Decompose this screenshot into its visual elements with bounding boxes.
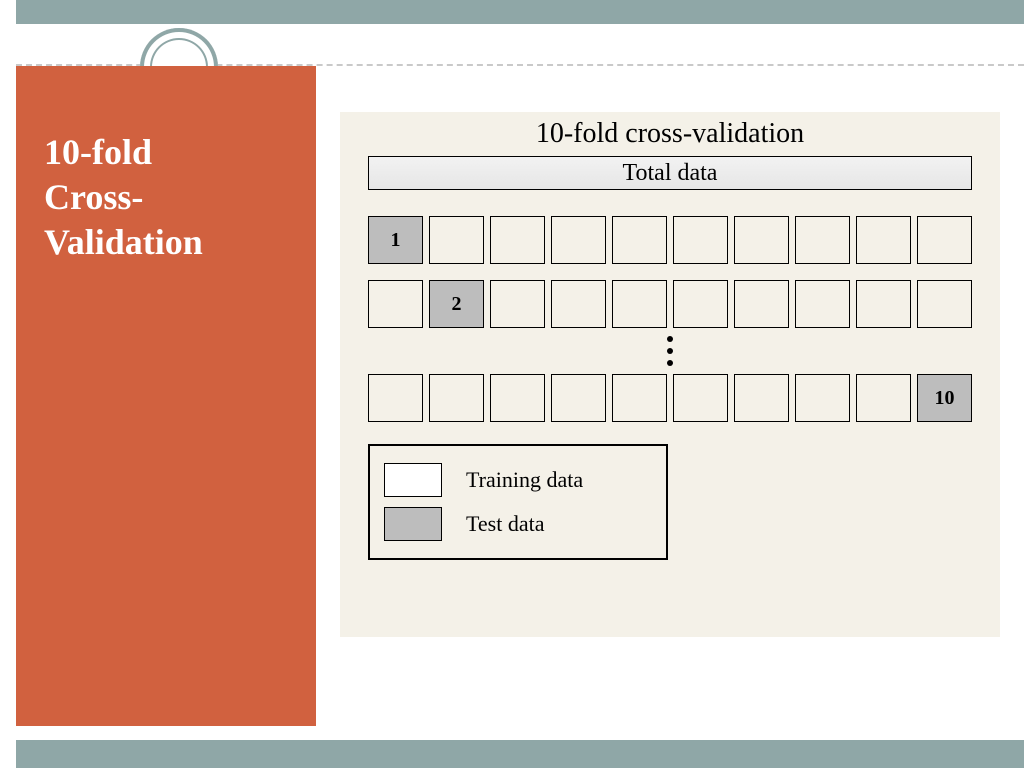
top-accent-bar (16, 0, 1024, 24)
fold-cell-train (429, 374, 484, 422)
fold-cell-train (856, 216, 911, 264)
fold-cell-train (856, 280, 911, 328)
fold-cell-train (795, 216, 850, 264)
fold-cell-train (368, 374, 423, 422)
training-swatch-icon (384, 463, 442, 497)
total-data-bar: Total data (368, 156, 972, 190)
fold-cell-train (368, 280, 423, 328)
fold-cell-train (429, 216, 484, 264)
legend-box: Training data Test data (368, 444, 668, 560)
diagram-title: 10-fold cross-validation (340, 112, 1000, 150)
fold-cell-train (734, 216, 789, 264)
cross-validation-diagram: 10-fold cross-validation Total data 1 2 … (340, 112, 1000, 637)
slide-title-line1: 10-fold (44, 132, 152, 172)
legend-test-row: Test data (384, 502, 652, 546)
fold-cell-train (612, 216, 667, 264)
slide: 10-fold Cross- Validation 10-fold cross-… (0, 0, 1024, 768)
fold-cell-train (795, 374, 850, 422)
fold-cell-train (551, 374, 606, 422)
fold-cell-train (673, 216, 728, 264)
bottom-accent-bar (16, 740, 1024, 768)
fold-cell-train (734, 374, 789, 422)
test-swatch-icon (384, 507, 442, 541)
fold-cell-train (490, 216, 545, 264)
title-panel: 10-fold Cross- Validation (16, 66, 316, 726)
fold-row-2: 2 (368, 280, 972, 328)
slide-title-line3: Validation (44, 222, 203, 262)
fold-cell-train (490, 374, 545, 422)
fold-cell-train (612, 374, 667, 422)
fold-cell-test: 1 (368, 216, 423, 264)
fold-cell-train (917, 216, 972, 264)
fold-cell-train (612, 280, 667, 328)
fold-cell-test: 10 (917, 374, 972, 422)
fold-row-10: 10 (368, 374, 972, 422)
legend-training-label: Training data (466, 467, 583, 493)
fold-cell-train (673, 374, 728, 422)
fold-cell-train (795, 280, 850, 328)
slide-title: 10-fold Cross- Validation (44, 130, 288, 265)
legend-test-label: Test data (466, 511, 544, 537)
fold-cell-test: 2 (429, 280, 484, 328)
fold-cell-train (856, 374, 911, 422)
fold-row-1: 1 (368, 216, 972, 264)
fold-cell-train (673, 280, 728, 328)
fold-cell-train (734, 280, 789, 328)
fold-cell-train (917, 280, 972, 328)
vertical-ellipsis-icon (340, 328, 1000, 374)
legend-training-row: Training data (384, 458, 652, 502)
fold-cell-train (490, 280, 545, 328)
slide-title-line2: Cross- (44, 177, 143, 217)
fold-cell-train (551, 280, 606, 328)
fold-cell-train (551, 216, 606, 264)
